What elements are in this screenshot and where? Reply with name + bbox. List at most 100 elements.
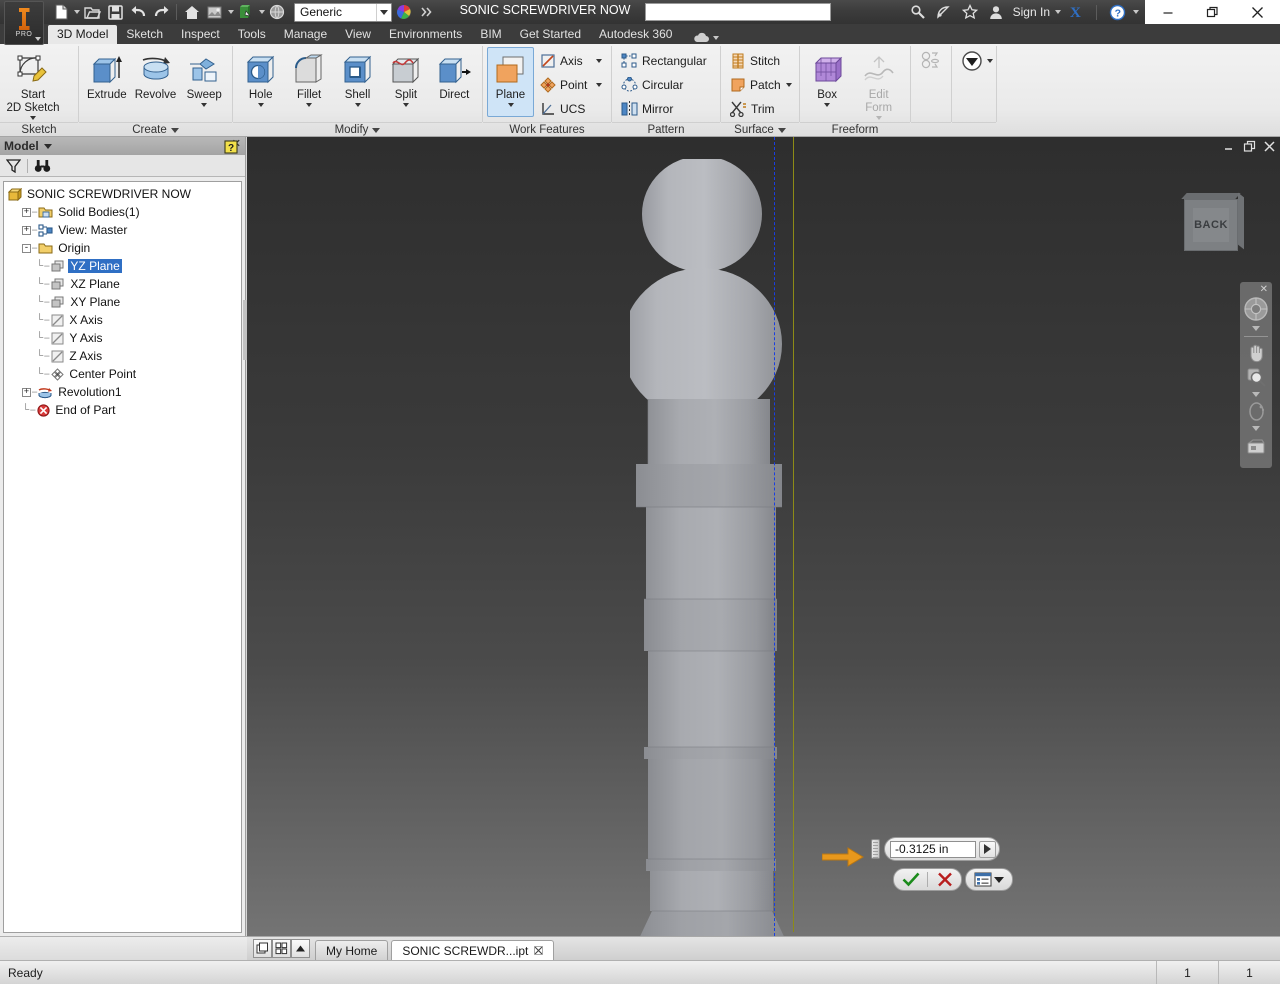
chevron-down-icon[interactable] (1133, 10, 1139, 14)
chevron-down-icon[interactable] (30, 116, 36, 120)
edit-form-button[interactable]: Edit Form (851, 47, 906, 121)
close-icon[interactable] (1263, 140, 1276, 156)
view-cube[interactable]: BACK (1180, 192, 1244, 257)
chevron-down-icon[interactable] (596, 58, 602, 63)
minimize-icon[interactable] (1223, 140, 1236, 156)
open-file-button[interactable] (81, 2, 103, 22)
expand-icon[interactable]: + (22, 207, 31, 217)
collapse-icon[interactable]: - (22, 243, 31, 253)
tile-windows-icon[interactable] (272, 939, 291, 958)
graphics-viewport[interactable]: BACK ✕ (247, 137, 1280, 936)
chevron-down-icon[interactable] (170, 127, 179, 133)
hole-button[interactable]: Hole (237, 47, 284, 117)
rectangular-button[interactable]: Rectangular (616, 49, 712, 72)
offset-value-input[interactable] (890, 840, 976, 858)
ribbon-tab-bim[interactable]: BIM (471, 25, 510, 44)
ok-button[interactable] (894, 869, 927, 890)
material-select[interactable]: Generic (294, 2, 392, 22)
tree-item-origin[interactable]: - – Origin (4, 239, 241, 257)
satellite-dish-icon[interactable] (933, 2, 955, 22)
chevron-down-icon[interactable] (259, 10, 265, 14)
tree-item-end-of-part[interactable]: └– End of Part (4, 401, 241, 419)
tree-item-xy-plane[interactable]: └– XY Plane (4, 293, 241, 311)
restore-icon[interactable] (1190, 0, 1235, 24)
chevron-down-icon[interactable] (43, 143, 52, 149)
appearance-button[interactable] (204, 2, 226, 22)
chevron-down-icon[interactable] (201, 103, 208, 107)
close-icon[interactable] (1235, 0, 1280, 24)
patch-button[interactable]: Patch (725, 73, 797, 96)
offset-drag-arrow[interactable] (821, 846, 864, 868)
ribbon-tab-autodesk-360[interactable]: Autodesk 360 (590, 25, 681, 44)
person-icon[interactable] (985, 2, 1007, 22)
sign-in-label[interactable]: Sign In (1013, 5, 1050, 19)
autodesk-360-cloud-button[interactable] (693, 32, 720, 44)
document-tab-part[interactable]: SONIC SCREWDR...ipt (391, 940, 555, 960)
binoculars-find-icon[interactable] (34, 159, 51, 173)
chevron-down-icon[interactable] (507, 103, 514, 107)
start-2d-sketch-button[interactable]: Start 2D Sketch (4, 47, 62, 121)
fillet-button[interactable]: Fillet (285, 47, 332, 117)
chevron-down-icon[interactable] (987, 58, 993, 63)
ribbon-tab-environments[interactable]: Environments (380, 25, 471, 44)
view-cube-face[interactable]: BACK (1184, 199, 1238, 251)
ucs-button[interactable]: UCS (535, 97, 607, 120)
plane-button[interactable]: Plane (487, 47, 534, 117)
sweep-button[interactable]: Sweep (180, 47, 228, 117)
undo-button[interactable] (127, 2, 149, 22)
application-menu-button[interactable]: PRO (4, 1, 44, 45)
minimize-icon[interactable] (1145, 0, 1190, 24)
ribbon-tab-view[interactable]: View (336, 25, 380, 44)
chevron-down-icon[interactable] (1252, 326, 1260, 331)
stitch-button[interactable]: Stitch (725, 49, 797, 72)
show-motion-camera-icon[interactable] (1242, 433, 1270, 458)
chevron-down-icon[interactable] (824, 103, 831, 107)
chevron-down-icon[interactable] (786, 82, 792, 87)
circular-button[interactable]: Circular (616, 73, 712, 96)
hand-pan-icon[interactable] (1242, 340, 1270, 365)
appearance-dropdown-button[interactable] (956, 49, 998, 72)
chevron-down-icon[interactable] (372, 127, 381, 133)
tree-item-z-axis[interactable]: └– Z Axis (4, 347, 241, 365)
tree-item-x-axis[interactable]: └– X Axis (4, 311, 241, 329)
document-tab-my-home[interactable]: My Home (315, 940, 389, 960)
model-tree[interactable]: SONIC SCREWDRIVER NOW + – Solid Bodies(1) + –… (3, 181, 242, 933)
restore-icon[interactable] (1243, 140, 1256, 156)
chevron-down-icon[interactable] (777, 127, 786, 133)
steering-wheel-icon[interactable] (1242, 294, 1270, 324)
filter-funnel-icon[interactable] (6, 158, 21, 173)
chevron-down-icon[interactable] (257, 103, 264, 107)
chevron-up-icon[interactable] (291, 939, 310, 958)
search-tool-icon[interactable] (907, 2, 929, 22)
help-question-icon[interactable]: ? (1106, 2, 1128, 22)
chevron-down-icon[interactable] (376, 3, 391, 21)
magnifier-zoom-icon[interactable] (1242, 365, 1270, 390)
box-button[interactable]: Box (804, 47, 850, 117)
split-button[interactable]: Split (382, 47, 429, 117)
axis-button[interactable]: Axis (535, 49, 607, 72)
tree-item-view-master[interactable]: + – View: Master (4, 221, 241, 239)
tree-item-yz-plane[interactable]: └– YZ Plane (4, 257, 241, 275)
convert-bodies-button[interactable] (915, 49, 945, 72)
ribbon-tab-tools[interactable]: Tools (229, 25, 275, 44)
redo-button[interactable] (150, 2, 172, 22)
close-icon[interactable] (534, 944, 544, 958)
tree-item-center-point[interactable]: └– Center Point (4, 365, 241, 383)
chevron-down-icon[interactable] (1055, 10, 1061, 14)
chevron-down-icon[interactable] (713, 36, 720, 40)
help-badge-icon[interactable]: ? (224, 140, 239, 158)
display-style-button[interactable] (266, 2, 288, 22)
drag-grip-handle[interactable] (871, 839, 880, 859)
material-swatch-button[interactable] (235, 2, 257, 22)
ribbon-tab-inspect[interactable]: Inspect (172, 25, 229, 44)
close-icon[interactable]: ✕ (1260, 285, 1268, 295)
browser-scroll-area[interactable] (0, 936, 247, 960)
save-button[interactable] (104, 2, 126, 22)
tree-item-y-axis[interactable]: └– Y Axis (4, 329, 241, 347)
ribbon-tab-sketch[interactable]: Sketch (117, 25, 172, 44)
chevron-down-icon[interactable] (228, 10, 234, 14)
options-dropdown-button[interactable] (965, 868, 1013, 891)
tree-item-solid-bodies-1[interactable]: + – Solid Bodies(1) (4, 203, 241, 221)
extrude-button[interactable]: Extrude (83, 47, 131, 117)
star-icon[interactable] (959, 2, 981, 22)
